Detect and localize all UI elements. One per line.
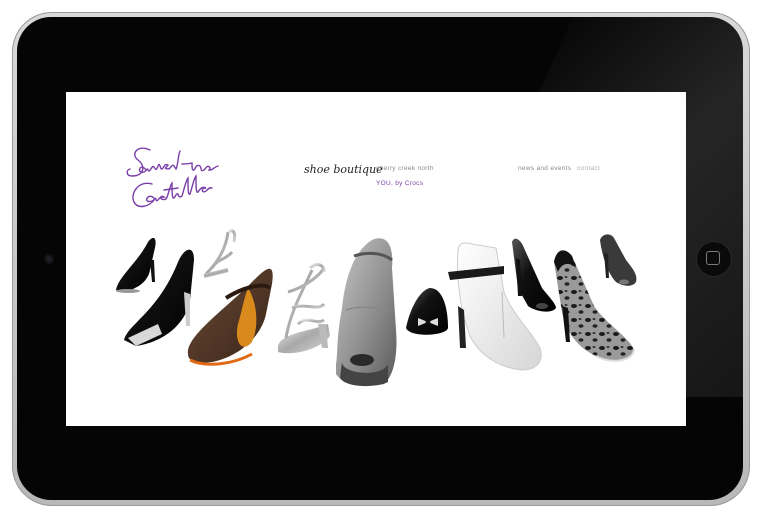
product-black-peep-toe-pump[interactable] [512,238,556,312]
product-black-bow-ballet-flat[interactable] [406,288,448,335]
product-grey-peep-toe-mary-jane[interactable] [336,238,397,387]
website-screen: shoe boutique cherry creek north YOU, by… [66,92,686,426]
product-silver-strappy-sandal[interactable] [203,229,237,278]
camera-icon [44,254,54,264]
shoe-gallery [116,229,637,387]
product-silver-caged-sandal[interactable] [278,263,330,354]
product-grey-bootie[interactable] [600,234,637,286]
product-black-patent-pump[interactable] [116,237,156,293]
product-brown-suede-wedge[interactable] [187,268,273,366]
home-button-square-icon [706,251,720,265]
